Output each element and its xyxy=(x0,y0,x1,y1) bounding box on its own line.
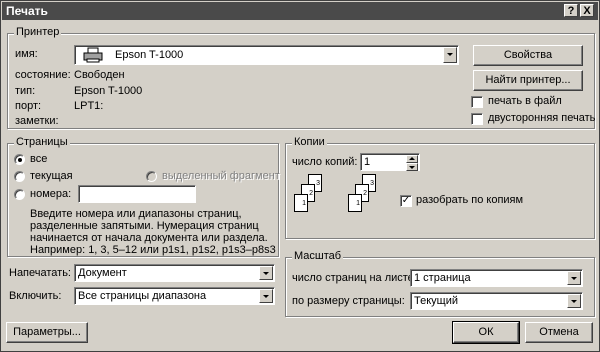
pages-hint-line-2: разделенные запятыми. Нумерация страниц xyxy=(30,220,259,232)
zoom-group: Масштаб число страниц на листе: 1 страни… xyxy=(285,250,595,317)
chevron-down-icon[interactable] xyxy=(443,47,457,63)
pages-per-sheet-combo[interactable]: 1 страница xyxy=(410,269,583,287)
printer-name-label: имя: xyxy=(15,48,38,60)
copies-count-input[interactable]: 1 xyxy=(360,153,420,171)
printer-legend: Принтер xyxy=(14,26,62,38)
print-what-label: Напечатать: xyxy=(9,267,71,279)
find-printer-button[interactable]: Найти принтер... xyxy=(473,70,583,91)
copies-spinner[interactable] xyxy=(406,155,418,171)
printer-state-label: состояние: xyxy=(15,69,71,81)
pages-legend: Страницы xyxy=(14,136,70,148)
properties-button[interactable]: Свойства xyxy=(473,45,583,66)
copies-count-value: 1 xyxy=(364,156,371,168)
printer-port-label: порт: xyxy=(15,100,42,112)
print-to-file-checkbox[interactable] xyxy=(471,96,483,108)
duplex-label: двусторонняя печать xyxy=(488,112,596,124)
pages-current-label: текущая xyxy=(30,170,73,182)
pages-hint-line-4: Например: 1, 3, 5–12 или p1s1, p1s2, p1s… xyxy=(30,244,276,256)
pages-per-sheet-label: число страниц на листе: xyxy=(292,272,417,284)
printer-name-value: Epson T-1000 xyxy=(115,49,184,61)
help-button[interactable]: ? xyxy=(564,4,578,17)
cancel-button[interactable]: Отмена xyxy=(525,322,593,343)
printer-name-combo[interactable]: Epson T-1000 xyxy=(74,45,459,65)
include-value: Все страницы диапазона xyxy=(78,290,207,302)
dialog-title: Печать xyxy=(6,4,48,18)
print-what-combo[interactable]: Документ xyxy=(74,264,275,282)
pages-numbers-input[interactable] xyxy=(78,185,196,203)
collate-checkbox[interactable]: ✓ xyxy=(400,195,412,207)
title-bar: Печать ? X xyxy=(2,2,598,20)
page-icon: 1 xyxy=(348,194,362,212)
include-label: Включить: xyxy=(9,290,62,302)
collate-label: разобрать по копиям xyxy=(416,194,524,206)
page-icon: 1 xyxy=(294,194,308,212)
printer-icon xyxy=(83,47,103,63)
pages-current-radio[interactable] xyxy=(14,171,25,182)
printer-group: Принтер имя: Epson T-1000 состояние: Сво… xyxy=(7,26,596,129)
pages-numbers-radio[interactable] xyxy=(14,189,25,200)
scale-label: по размеру страницы: xyxy=(292,295,405,307)
chevron-down-icon[interactable] xyxy=(259,266,273,280)
chevron-down-icon[interactable] xyxy=(567,271,581,285)
spin-up-icon[interactable] xyxy=(406,155,418,163)
copies-count-label: число копий: xyxy=(292,156,358,168)
include-combo[interactable]: Все страницы диапазона xyxy=(74,287,275,305)
pages-hint-line-1: Введите номера или диапазоны страниц, xyxy=(30,208,242,220)
print-what-value: Документ xyxy=(78,267,127,279)
zoom-legend: Масштаб xyxy=(292,250,344,262)
printer-port-value: LPT1: xyxy=(74,100,104,112)
printer-notes-label: заметки: xyxy=(15,115,59,127)
pages-group: Страницы все текущая выделенный фрагмент… xyxy=(7,136,280,257)
copies-legend: Копии xyxy=(292,136,327,148)
pages-per-sheet-value: 1 страница xyxy=(414,272,471,284)
print-to-file-label: печать в файл xyxy=(488,95,562,107)
printer-type-label: тип: xyxy=(15,85,36,97)
chevron-down-icon[interactable] xyxy=(567,294,581,308)
printer-type-value: Epson T-1000 xyxy=(74,85,143,97)
printer-state-value: Свободен xyxy=(74,69,125,81)
scale-value: Текущий xyxy=(414,295,458,307)
options-button[interactable]: Параметры... xyxy=(6,322,88,343)
copies-group: Копии число копий: 1 3 2 1 3 2 1 ✓ разоб… xyxy=(285,136,595,239)
spin-down-icon[interactable] xyxy=(406,163,418,171)
ok-button[interactable]: ОК xyxy=(452,321,520,344)
pages-numbers-label: номера: xyxy=(30,188,72,200)
pages-selection-label: выделенный фрагмент xyxy=(162,170,280,182)
close-button[interactable]: X xyxy=(580,4,594,17)
pages-selection-radio[interactable] xyxy=(146,171,157,182)
scale-combo[interactable]: Текущий xyxy=(410,292,583,310)
duplex-checkbox[interactable] xyxy=(471,113,483,125)
chevron-down-icon[interactable] xyxy=(259,289,273,303)
pages-hint-line-3: начинается от начала документа или разде… xyxy=(30,232,268,244)
print-dialog: Печать ? X Принтер имя: Epson T-1000 сос… xyxy=(0,0,600,352)
pages-all-radio[interactable] xyxy=(14,154,25,165)
pages-all-label: все xyxy=(30,153,48,165)
